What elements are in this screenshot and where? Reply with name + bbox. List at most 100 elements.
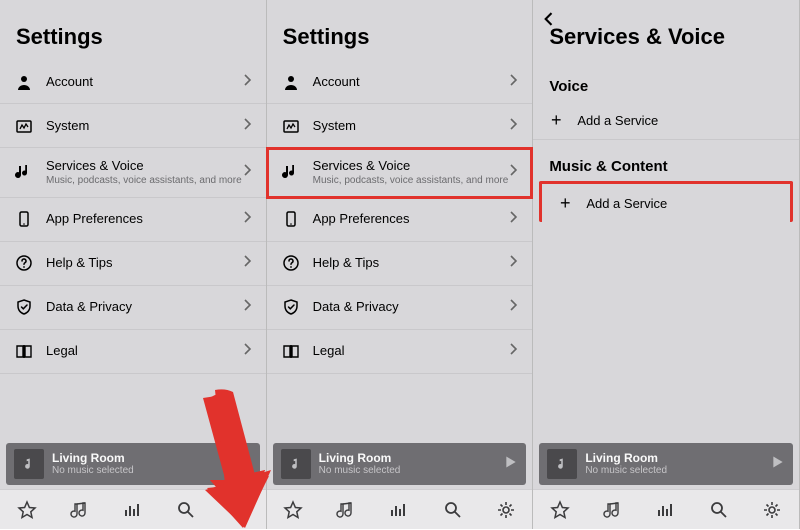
row-subtitle: Music, podcasts, voice assistants, and m… (313, 175, 511, 187)
now-playing-status: No music selected (585, 465, 771, 476)
row-label: Data & Privacy (313, 299, 511, 315)
tab-search[interactable] (426, 500, 479, 520)
plus-icon: + (556, 194, 574, 212)
row-label: Services & Voice (313, 158, 511, 174)
tab-search[interactable] (693, 500, 746, 520)
row-label: Legal (46, 343, 244, 359)
now-playing-room: Living Room (52, 452, 238, 465)
chevron-right-icon (244, 298, 252, 316)
tab-music[interactable] (53, 500, 106, 520)
row-system[interactable]: System (0, 104, 266, 148)
back-button[interactable] (543, 10, 553, 31)
add-music-service[interactable]: + Add a Service (539, 181, 793, 222)
person-icon (281, 72, 301, 92)
row-label: Account (313, 74, 511, 90)
row-system[interactable]: System (267, 104, 533, 148)
shield-icon (281, 297, 301, 317)
shield-icon (14, 297, 34, 317)
chevron-right-icon (510, 210, 518, 228)
row-label: Help & Tips (46, 255, 244, 271)
row-subtitle: Music, podcasts, voice assistants, and m… (46, 175, 244, 187)
tab-browse[interactable] (106, 500, 159, 520)
panel-settings-1: Settings Account System Services & Voice… (0, 0, 267, 529)
settings-list: Account System Services & Voice Music, p… (267, 60, 533, 374)
book-icon (281, 341, 301, 361)
row-privacy[interactable]: Data & Privacy (0, 286, 266, 330)
header: Settings (0, 0, 266, 60)
row-legal[interactable]: Legal (267, 330, 533, 374)
row-help[interactable]: Help & Tips (267, 242, 533, 286)
row-label: Services & Voice (46, 158, 244, 174)
tab-favorites[interactable] (0, 500, 53, 520)
album-art-icon (281, 449, 311, 479)
page-title: Settings (16, 24, 250, 50)
row-label: Legal (313, 343, 511, 359)
row-app-preferences[interactable]: App Preferences (0, 198, 266, 242)
row-label: System (313, 118, 511, 134)
chevron-right-icon (244, 210, 252, 228)
panel-services-voice: Services & Voice Voice + Add a Service M… (533, 0, 800, 529)
tab-settings[interactable] (746, 500, 799, 520)
row-label: System (46, 118, 244, 134)
tab-favorites[interactable] (267, 500, 320, 520)
tab-settings[interactable] (213, 500, 266, 520)
row-legal[interactable]: Legal (0, 330, 266, 374)
chevron-right-icon (510, 117, 518, 135)
album-art-icon (547, 449, 577, 479)
services-icon (14, 162, 34, 182)
row-privacy[interactable]: Data & Privacy (267, 286, 533, 330)
row-services[interactable]: Services & Voice Music, podcasts, voice … (267, 148, 533, 198)
row-app-preferences[interactable]: App Preferences (267, 198, 533, 242)
album-art-icon (14, 449, 44, 479)
chevron-right-icon (510, 298, 518, 316)
play-icon[interactable] (771, 455, 785, 474)
settings-list: Account System Services & Voice Music, p… (0, 60, 266, 374)
chevron-right-icon (244, 117, 252, 135)
row-services[interactable]: Services & Voice Music, podcasts, voice … (0, 148, 266, 198)
tab-settings[interactable] (479, 500, 532, 520)
chevron-right-icon (510, 163, 518, 181)
tab-browse[interactable] (640, 500, 693, 520)
plus-icon: + (547, 111, 565, 129)
now-playing-bar[interactable]: Living Room No music selected (539, 443, 793, 485)
page-title: Settings (283, 24, 517, 50)
action-label: Add a Service (577, 113, 658, 128)
now-playing-bar[interactable]: Living Room No music selected (6, 443, 260, 485)
system-icon (281, 116, 301, 136)
person-icon (14, 72, 34, 92)
tab-music[interactable] (320, 500, 373, 520)
help-icon (14, 253, 34, 273)
now-playing-room: Living Room (319, 452, 505, 465)
now-playing-bar[interactable]: Living Room No music selected (273, 443, 527, 485)
tab-bar (267, 489, 533, 529)
chevron-right-icon (510, 73, 518, 91)
phone-icon (281, 209, 301, 229)
tab-music[interactable] (586, 500, 639, 520)
header: Services & Voice (533, 0, 799, 60)
play-icon[interactable] (504, 455, 518, 474)
row-account[interactable]: Account (267, 60, 533, 104)
chevron-right-icon (244, 73, 252, 91)
page-title: Services & Voice (549, 24, 783, 50)
action-label: Add a Service (586, 196, 667, 211)
now-playing-status: No music selected (319, 465, 505, 476)
phone-icon (14, 209, 34, 229)
tab-browse[interactable] (373, 500, 426, 520)
book-icon (14, 341, 34, 361)
play-icon[interactable] (238, 455, 252, 474)
chevron-right-icon (244, 342, 252, 360)
row-help[interactable]: Help & Tips (0, 242, 266, 286)
now-playing-room: Living Room (585, 452, 771, 465)
tab-search[interactable] (159, 500, 212, 520)
tab-favorites[interactable] (533, 500, 586, 520)
row-label: App Preferences (313, 211, 511, 227)
help-icon (281, 253, 301, 273)
row-label: Data & Privacy (46, 299, 244, 315)
now-playing-status: No music selected (52, 465, 238, 476)
chevron-right-icon (510, 342, 518, 360)
chevron-right-icon (244, 254, 252, 272)
add-voice-service[interactable]: + Add a Service (533, 101, 799, 140)
chevron-right-icon (510, 254, 518, 272)
row-account[interactable]: Account (0, 60, 266, 104)
chevron-right-icon (244, 163, 252, 181)
